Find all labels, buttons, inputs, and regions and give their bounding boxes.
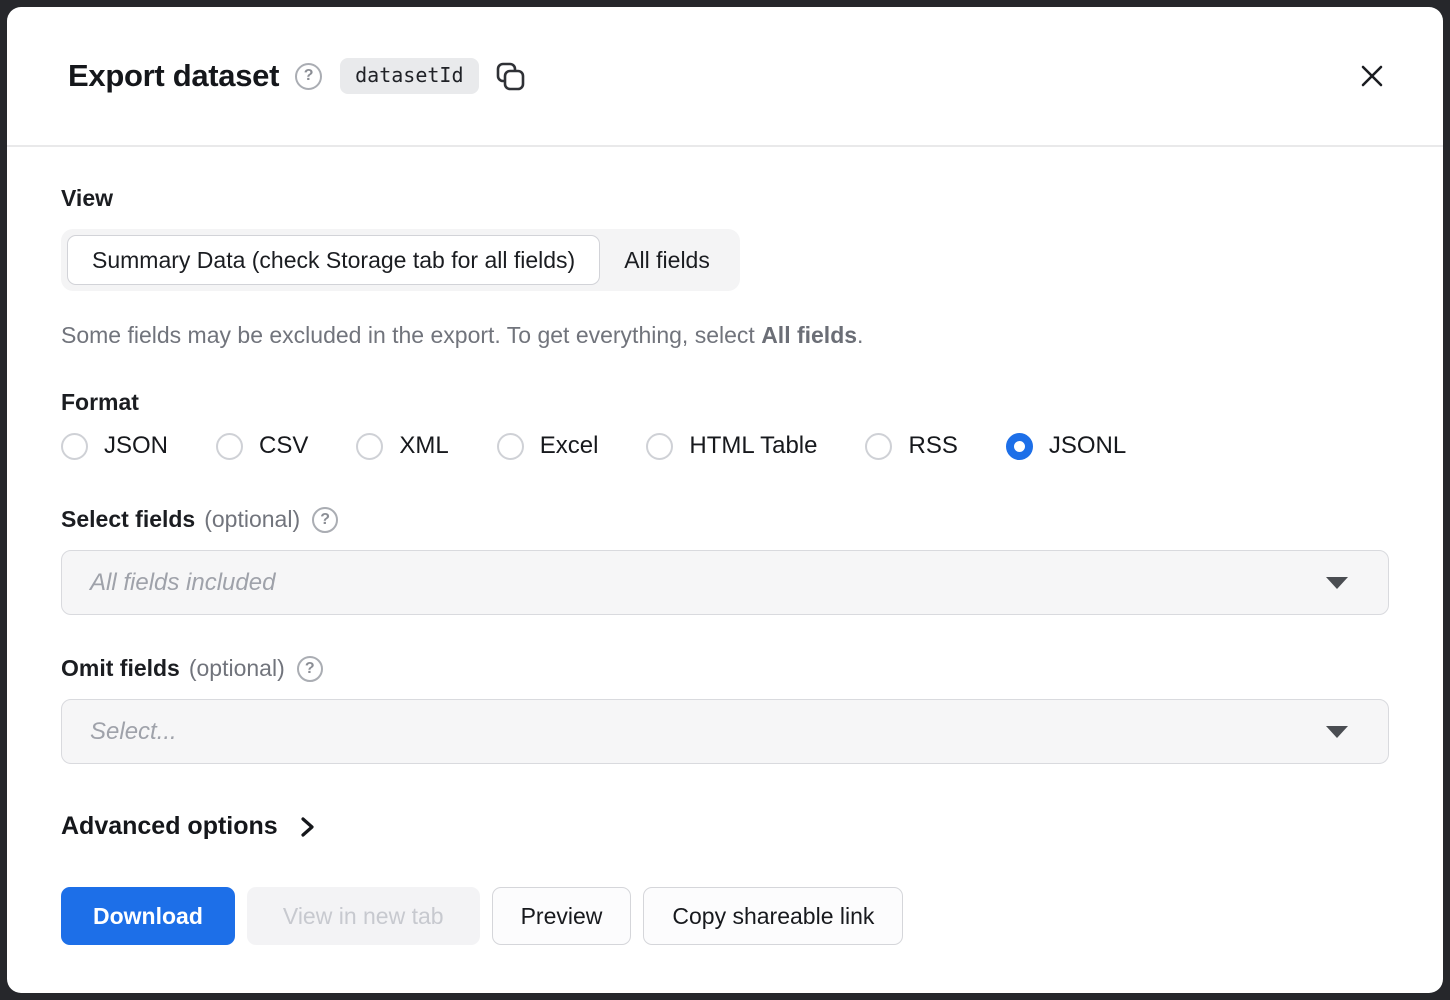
omit-fields-heading: Omit fields (optional) ? (61, 655, 1389, 682)
format-radio-group: JSON CSV XML Excel HTML Table RSS (61, 432, 1389, 460)
select-fields-optional: (optional) (204, 506, 300, 533)
radio-xml[interactable]: XML (356, 432, 448, 460)
chevron-down-icon (1326, 577, 1348, 589)
radio-label: RSS (908, 432, 957, 460)
radio-label: CSV (259, 432, 308, 460)
close-button[interactable] (1353, 57, 1391, 95)
advanced-options-label: Advanced options (61, 812, 278, 841)
modal-body: View Summary Data (check Storage tab for… (7, 147, 1443, 993)
close-icon (1357, 61, 1387, 91)
export-dataset-modal: Export dataset ? datasetId View Summary (7, 7, 1443, 993)
actions-row: Download View in new tab Preview Copy sh… (61, 887, 1389, 945)
preview-button[interactable]: Preview (492, 887, 632, 945)
chevron-right-icon (295, 813, 319, 841)
title-help-icon[interactable]: ? (295, 63, 322, 90)
select-fields-dropdown[interactable]: All fields included (61, 550, 1389, 615)
omit-fields-placeholder: Select... (90, 718, 1326, 746)
radio-jsonl[interactable]: JSONL (1006, 432, 1126, 460)
radio-label: JSONL (1049, 432, 1126, 460)
omit-fields-help-icon[interactable]: ? (297, 656, 323, 682)
omit-fields-optional: (optional) (189, 655, 285, 682)
radio-rss[interactable]: RSS (865, 432, 957, 460)
radio-label: Excel (540, 432, 599, 460)
radio-csv[interactable]: CSV (216, 432, 308, 460)
omit-fields-dropdown[interactable]: Select... (61, 699, 1389, 764)
view-label: View (61, 185, 1389, 212)
radio-label: XML (399, 432, 448, 460)
radio-circle-icon (61, 433, 88, 460)
format-label: Format (61, 389, 1389, 416)
segment-all-fields[interactable]: All fields (600, 235, 734, 285)
advanced-options-toggle[interactable]: Advanced options (61, 812, 319, 841)
radio-html-table[interactable]: HTML Table (646, 432, 817, 460)
download-button[interactable]: Download (61, 887, 235, 945)
view-segmented-control: Summary Data (check Storage tab for all … (61, 229, 740, 291)
radio-excel[interactable]: Excel (497, 432, 599, 460)
view-note-suffix: . (857, 322, 863, 348)
copy-shareable-link-button[interactable]: Copy shareable link (643, 887, 903, 945)
view-note-bold: All fields (761, 322, 857, 348)
radio-circle-icon (216, 433, 243, 460)
radio-circle-icon (356, 433, 383, 460)
select-fields-heading: Select fields (optional) ? (61, 506, 1389, 533)
radio-circle-icon (497, 433, 524, 460)
select-fields-label: Select fields (61, 506, 195, 533)
modal-title: Export dataset (68, 58, 279, 94)
copy-icon (494, 60, 527, 93)
view-note-text: Some fields may be excluded in the expor… (61, 322, 761, 348)
select-fields-placeholder: All fields included (90, 569, 1326, 597)
dataset-id-badge: datasetId (340, 58, 478, 94)
radio-label: HTML Table (689, 432, 817, 460)
radio-circle-icon (865, 433, 892, 460)
segment-summary-data[interactable]: Summary Data (check Storage tab for all … (67, 235, 600, 285)
modal-header: Export dataset ? datasetId (7, 7, 1443, 147)
radio-circle-icon (1006, 433, 1033, 460)
radio-json[interactable]: JSON (61, 432, 168, 460)
omit-fields-label: Omit fields (61, 655, 180, 682)
radio-label: JSON (104, 432, 168, 460)
view-in-new-tab-button[interactable]: View in new tab (247, 887, 480, 945)
copy-dataset-id-button[interactable] (492, 58, 529, 95)
chevron-down-icon (1326, 726, 1348, 738)
select-fields-help-icon[interactable]: ? (312, 507, 338, 533)
radio-circle-icon (646, 433, 673, 460)
view-note: Some fields may be excluded in the expor… (61, 322, 1389, 349)
